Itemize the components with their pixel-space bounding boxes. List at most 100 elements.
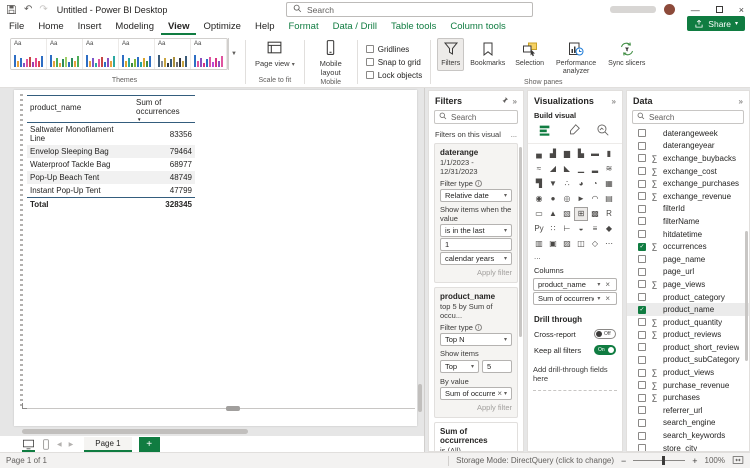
field-checkbox[interactable] [638, 406, 646, 415]
field-product-reviews[interactable]: ∑ product_reviews [627, 329, 749, 342]
visual-bottom-edge[interactable] [22, 408, 415, 409]
menu-insert[interactable]: Insert [71, 19, 109, 35]
visual-type-area-chart[interactable]: ◢ [547, 163, 559, 175]
visual-type-slicer[interactable]: ▧ [561, 208, 573, 220]
new-page-button[interactable]: + [138, 436, 160, 452]
visual-drag-handle-left[interactable] [20, 94, 23, 408]
theme-option-4[interactable]: Aa [119, 39, 155, 69]
visual-type-stacked-area-chart[interactable]: ◣ [561, 163, 573, 175]
visual-type-100-stacked-column-chart[interactable]: ▮ [603, 148, 615, 160]
filter-select[interactable]: Top ▾ [440, 360, 479, 373]
build-visual-tab[interactable] [538, 123, 552, 139]
page-view-button[interactable]: Page view ▾ [252, 38, 298, 70]
visual-type-custom-visual-2[interactable]: ◫ [575, 238, 587, 250]
zoom-out-button[interactable]: − [621, 456, 626, 466]
field-exchange-revenue[interactable]: ∑ exchange_revenue [627, 190, 749, 203]
visual-type-smart-narrative[interactable]: ≡ [589, 223, 601, 235]
bookmarks-button[interactable]: Bookmarks [466, 38, 509, 71]
previous-page-button[interactable]: ◀ [57, 441, 62, 448]
field-product-short-review[interactable]: product_short_review [627, 341, 749, 354]
field-checkbox[interactable] [638, 167, 646, 176]
visual-type-ribbon-chart[interactable]: ≋ [603, 163, 615, 175]
visual-type-waterfall-chart[interactable]: ▜ [533, 178, 545, 190]
visual-type-power-apps[interactable]: ▣ [547, 238, 559, 250]
field-checkbox[interactable] [638, 293, 646, 302]
visual-type-azure-map[interactable]: ► [575, 193, 587, 205]
avatar[interactable] [663, 4, 675, 15]
field-exchange-cost[interactable]: ∑ exchange_cost [627, 165, 749, 178]
menu-optimize[interactable]: Optimize [196, 19, 247, 35]
drill-through-hint[interactable]: Add drill-through fields here [533, 363, 617, 391]
pin-icon[interactable] [501, 96, 509, 106]
filter-card-sum-of-occurrences[interactable]: Sum of occurrences is (All) [434, 422, 518, 451]
table-row[interactable]: Waterproof Tackle Bag 68977 [27, 158, 195, 171]
field-product-subcategory[interactable]: product_subCategory [627, 354, 749, 367]
apply-filter-button[interactable]: Apply filter [440, 403, 512, 412]
field-filterid[interactable]: filterId [627, 203, 749, 216]
report-page[interactable]: product_name Sum of occurrences ▼ Saltwater… [14, 90, 417, 426]
field-filtername[interactable]: filterName [627, 215, 749, 228]
field-checkbox[interactable] [638, 444, 646, 451]
visual-type-kpi[interactable]: ▲ [547, 208, 559, 220]
menu-view[interactable]: View [160, 19, 197, 35]
field-search-keywords[interactable]: search_keywords [627, 429, 749, 442]
visual-type-custom-visual-3[interactable]: ◇ [589, 238, 601, 250]
filter-select[interactable]: Sum of occurrences×▾ [440, 387, 512, 400]
field-search-engine[interactable]: search_engine [627, 417, 749, 430]
collapse-pane-icon[interactable]: » [612, 97, 616, 106]
desktop-view-button[interactable] [22, 439, 35, 452]
visual-type-card[interactable]: ▭ [533, 208, 545, 220]
minimize-button[interactable]: — [691, 5, 700, 15]
checkbox-lock-objects[interactable]: Lock objects [365, 71, 422, 80]
field-page-url[interactable]: page_url [627, 266, 749, 279]
visual-type-pie-chart[interactable]: ◕ [575, 178, 587, 190]
field-checkbox[interactable] [638, 381, 646, 390]
field-exchange-buybacks[interactable]: ∑ exchange_buybacks [627, 152, 749, 165]
close-button[interactable]: × [739, 5, 744, 15]
field-checkbox[interactable] [638, 179, 646, 188]
field-purchases[interactable]: ∑ purchases [627, 391, 749, 404]
filter-card-product-name[interactable]: product_name top 5 by Sum of occu... Filte… [434, 287, 518, 418]
field-purchase-revenue[interactable]: ∑ purchase_revenue [627, 379, 749, 392]
theme-option-6[interactable]: Aa [191, 39, 227, 69]
menu-home[interactable]: Home [31, 19, 70, 35]
field-hitdatetime[interactable]: hitdatetime [627, 228, 749, 241]
field-product-quantity[interactable]: ∑ product_quantity [627, 316, 749, 329]
field-occurrences[interactable]: ✓ ∑ occurrences [627, 240, 749, 253]
column-header-product-name[interactable]: product_name [27, 95, 133, 123]
field-checkbox[interactable] [638, 255, 646, 264]
fit-to-page-icon[interactable] [732, 455, 744, 467]
field-checkbox[interactable] [638, 192, 646, 201]
filter-select[interactable]: Relative date ▾ [440, 189, 512, 202]
visual-type-qna[interactable]: ◒ [575, 223, 587, 235]
visual-type-map[interactable]: ◉ [533, 193, 545, 205]
field-checkbox[interactable]: ✓ [638, 305, 646, 314]
field-referrer-url[interactable]: referrer_url [627, 404, 749, 417]
remove-icon[interactable]: × [605, 294, 610, 303]
field-checkbox[interactable] [638, 393, 646, 402]
visual-type-metrics[interactable]: ◆ [603, 223, 615, 235]
field-checkbox[interactable] [638, 418, 646, 427]
menu-table-tools[interactable]: Table tools [384, 19, 443, 35]
apply-filter-button[interactable]: Apply filter [440, 268, 512, 277]
page-tab[interactable]: Page 1 [84, 436, 132, 452]
field-checkbox[interactable] [638, 431, 646, 440]
visual-type-line-chart[interactable]: ≈ [533, 163, 545, 175]
table-row[interactable]: Pop-Up Beach Tent 48749 [27, 171, 195, 184]
visual-type-python-visual[interactable]: Py [533, 223, 545, 235]
filter-input[interactable]: 1 [440, 238, 512, 251]
mobile-view-button[interactable] [42, 438, 50, 450]
visual-type-decomposition-tree[interactable]: ⊢ [561, 223, 573, 235]
field-checkbox[interactable]: ✓ [638, 242, 646, 251]
menu-file[interactable]: File [2, 19, 31, 35]
horizontal-scrollbar[interactable] [22, 429, 248, 434]
visual-type-scatter-chart[interactable]: ∴ [561, 178, 573, 190]
report-canvas[interactable]: product_name Sum of occurrences ▼ Saltwater… [0, 88, 424, 436]
field-checkbox[interactable] [638, 217, 646, 226]
field-checkbox[interactable] [638, 129, 646, 138]
filter-select[interactable]: is in the last ▾ [440, 224, 512, 237]
table-row[interactable]: Saltwater Monofilament Line 83356 [27, 123, 195, 146]
theme-gallery-expand-button[interactable]: ▼ [228, 38, 239, 70]
field-checkbox[interactable] [638, 141, 646, 150]
global-search-box[interactable]: Search [286, 2, 533, 17]
